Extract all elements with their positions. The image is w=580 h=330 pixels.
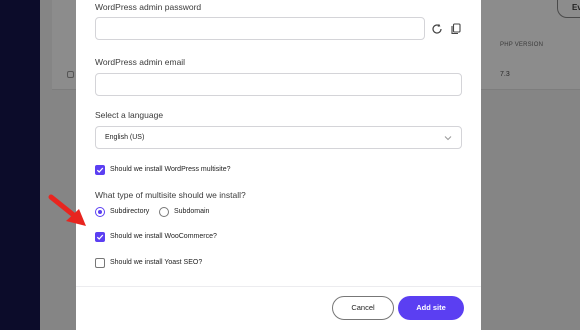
yoast-checkbox-label: Should we install Yoast SEO?: [110, 259, 203, 266]
chevron-down-icon: [444, 136, 452, 141]
radio-subdomain-label: Subdomain: [174, 208, 210, 215]
cancel-button[interactable]: Cancel: [332, 296, 394, 320]
multisite-checkbox[interactable]: [95, 165, 105, 175]
email-label: WordPress admin email: [95, 57, 186, 67]
left-sidebar: [0, 0, 40, 330]
woocommerce-checkbox[interactable]: [95, 232, 105, 242]
background-pill-button: Ev: [557, 0, 580, 18]
woocommerce-checkbox-label: Should we install WooCommerce?: [110, 233, 217, 240]
language-select[interactable]: English (US): [95, 126, 462, 149]
multisite-checkbox-label: Should we install WordPress multisite?: [110, 166, 231, 173]
footer-divider: [76, 286, 481, 287]
password-input[interactable]: [95, 17, 425, 40]
yoast-checkbox[interactable]: [95, 258, 105, 268]
radio-subdirectory-label: Subdirectory: [110, 208, 150, 215]
multisite-type-label: What type of multisite should we install…: [95, 190, 246, 200]
copy-icon[interactable]: [450, 22, 464, 36]
radio-subdirectory[interactable]: [95, 207, 105, 217]
add-site-button[interactable]: Add site: [398, 296, 464, 320]
add-site-modal: WordPress admin password WordPress admin…: [76, 0, 481, 330]
background-column-header: PHP VERSION: [500, 42, 544, 48]
refresh-icon[interactable]: [431, 22, 445, 36]
checkmark-icon: [96, 167, 104, 173]
language-label: Select a language: [95, 110, 164, 120]
red-arrow-annotation: [48, 194, 86, 226]
background-column-value: 7.3: [500, 71, 510, 78]
password-label: WordPress admin password: [95, 2, 202, 12]
email-input[interactable]: [95, 73, 462, 96]
checkmark-icon: [96, 234, 104, 240]
language-select-value: English (US): [105, 134, 145, 141]
background-row-icon: [67, 71, 74, 78]
radio-subdomain[interactable]: [159, 207, 169, 217]
